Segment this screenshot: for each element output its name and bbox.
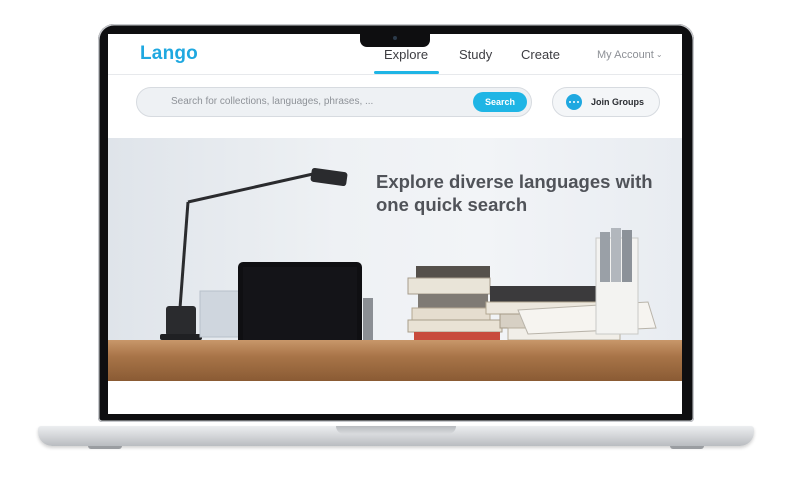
search-button[interactable]: Search (473, 92, 527, 112)
search-input[interactable]: Search for collections, languages, phras… (171, 96, 373, 107)
camera-icon (393, 36, 397, 40)
hero-headline-line-2: one quick search (376, 194, 528, 215)
nav-tab-create[interactable]: Create (521, 47, 560, 62)
lango-logo[interactable]: Lango (140, 43, 198, 65)
chevron-down-icon: ⌄ (655, 50, 663, 59)
laptop-screen: Lango Explore Study Create My Account ⌄ S… (108, 34, 682, 414)
nav-tab-study[interactable]: Study (459, 47, 492, 62)
my-account-label: My Account (597, 49, 654, 61)
laptop-foot-right (670, 446, 704, 449)
join-groups-label: Join Groups (591, 97, 645, 107)
my-account-menu[interactable]: My Account ⌄ (597, 49, 663, 61)
file-holder-illustration (595, 228, 639, 335)
hero-banner: Explore diverse languages with one quick… (108, 138, 682, 381)
chat-bubble-icon (566, 94, 582, 110)
join-groups-button[interactable]: Join Groups (552, 87, 660, 117)
wooden-desk (108, 340, 682, 381)
laptop-hinge-cutout (336, 426, 456, 434)
hero-headline: Explore diverse languages with one quick… (376, 170, 676, 216)
search-bar[interactable]: Search for collections, languages, phras… (136, 87, 532, 117)
laptop-foot-left (88, 446, 122, 449)
active-tab-indicator (374, 71, 439, 74)
hero-headline-line-1: Explore diverse languages with (376, 171, 653, 192)
nav-tab-explore[interactable]: Explore (384, 47, 428, 62)
